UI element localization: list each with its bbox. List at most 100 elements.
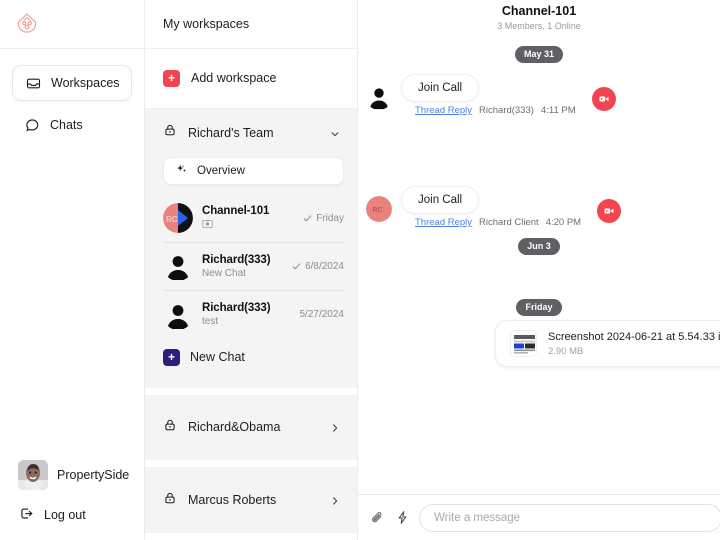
workspace-group-title: Marcus Roberts — [188, 493, 277, 508]
date-chip-label: Jun 3 — [518, 238, 560, 255]
lock-icon — [163, 418, 177, 437]
channel-info: Channel-101 — [202, 205, 294, 232]
list-item[interactable]: Richard(333) test 5/27/2024 — [163, 291, 344, 339]
message-content: Join Call Thread Reply Richard Client 4:… — [401, 186, 581, 228]
logout-button[interactable]: Log out — [0, 500, 145, 530]
channel-preview: test — [202, 316, 219, 328]
lightning-bolt-icon[interactable] — [394, 510, 410, 526]
workspaces-header: My workspaces — [145, 0, 357, 49]
thread-reply-link[interactable]: Thread Reply — [415, 105, 472, 116]
message-meta: Thread Reply Richard(333) 4:11 PM — [401, 105, 576, 116]
divider — [145, 460, 357, 468]
channel-preview: New Chat — [202, 267, 246, 279]
channel-preview — [202, 219, 294, 232]
overview-button[interactable]: Overview — [163, 156, 344, 185]
chevron-right-icon[interactable] — [329, 421, 341, 433]
message-row: Join Call Thread Reply Richard(333) 4:11… — [358, 74, 616, 116]
workspaces-panel: My workspaces + Add workspace Richard's … — [145, 0, 358, 540]
sidebar-item-label-chats: Chats — [50, 118, 83, 132]
workspace-group-marcus-roberts[interactable]: Marcus Roberts — [145, 467, 357, 534]
lock-icon — [163, 123, 177, 142]
message-bubble[interactable]: Join Call — [401, 186, 480, 214]
chevron-right-icon[interactable] — [329, 494, 341, 506]
workspace-group-title: Richard&Obama — [188, 420, 281, 435]
date-chip-label: Friday — [516, 299, 562, 316]
chat-area: Channel-101 3 Members, 1 Online May 31 J… — [358, 0, 720, 540]
read-check-icon — [303, 215, 312, 221]
logout-icon — [19, 506, 34, 524]
svg-text:RC: RC — [373, 207, 383, 214]
rail-nav: Workspaces Chats — [0, 49, 144, 149]
message-time: 4:20 PM — [545, 217, 582, 228]
rc-avatar: RC — [366, 196, 392, 222]
sidebar-item-chats[interactable]: Chats — [12, 108, 132, 142]
sidebar-item-workspaces[interactable]: Workspaces — [12, 65, 132, 101]
channel-name: Channel-101 — [202, 204, 270, 217]
plus-icon: + — [163, 69, 180, 87]
chat-header: Channel-101 3 Members, 1 Online — [358, 0, 720, 38]
date-separator: Friday — [358, 299, 720, 316]
profile-name: PropertySide — [57, 468, 130, 482]
list-item[interactable]: RC Channel-101 Friday — [163, 195, 344, 243]
page-title: My workspaces — [163, 16, 250, 31]
read-check-icon — [292, 263, 301, 269]
overview-label: Overview — [197, 164, 245, 177]
sparkle-icon — [175, 163, 188, 179]
list-item[interactable]: Richard(333) New Chat 6/8/2024 — [163, 243, 344, 291]
chevron-down-icon[interactable] — [329, 127, 341, 139]
left-rail: Workspaces Chats PropertySide Log out — [0, 0, 145, 540]
add-workspace-button[interactable]: + Add workspace — [145, 48, 357, 109]
workspace-group-title: Richard's Team — [188, 125, 274, 140]
plus-glyph: + — [167, 71, 175, 86]
channel-info: Richard(333) test — [202, 302, 291, 327]
message-input[interactable] — [419, 503, 720, 532]
divider — [145, 387, 357, 395]
message-content: Join Call Thread Reply Richard(333) 4:11… — [401, 74, 576, 116]
inbox-icon — [25, 75, 41, 91]
image-attachment-icon — [202, 219, 213, 232]
chat-bubble-icon — [24, 117, 40, 133]
plus-icon: + — [163, 348, 180, 366]
date-separator: Jun 3 — [358, 238, 720, 255]
message-list[interactable]: May 31 Join Call Thread Reply Richard(33… — [358, 38, 720, 494]
channel-meta: 6/8/2024 — [292, 261, 344, 272]
logout-label: Log out — [44, 508, 86, 522]
video-call-icon[interactable] — [591, 87, 616, 111]
paperclip-icon[interactable] — [369, 510, 385, 526]
message-sender: Richard(333) — [479, 105, 534, 116]
channel-meta: 5/27/2024 — [300, 309, 345, 320]
channel-avatar: RC — [163, 203, 193, 234]
sidebar-item-label-workspaces: Workspaces — [51, 76, 120, 90]
channel-name: Richard(333) — [202, 253, 271, 266]
workspace-group-header[interactable]: Richard's Team — [145, 109, 357, 157]
chat-subtitle: 3 Members, 1 Online — [497, 21, 581, 31]
file-info: Screenshot 2024-06-21 at 5.54.33 in the … — [548, 331, 720, 357]
message-bubble[interactable]: Join Call — [401, 74, 480, 102]
thread-reply-link[interactable]: Thread Reply — [415, 217, 472, 228]
new-chat-button[interactable]: + New Chat — [145, 339, 357, 380]
new-chat-label: New Chat — [190, 350, 245, 365]
chat-title: Channel-101 — [501, 4, 577, 18]
person-avatar — [163, 300, 193, 330]
avatar — [18, 460, 48, 490]
video-call-icon[interactable] — [597, 199, 622, 223]
channel-time: 6/8/2024 — [305, 260, 344, 272]
workspace-group-richard-obama[interactable]: Richard&Obama — [145, 394, 357, 461]
file-name: Screenshot 2024-06-21 at 5.54.33 in the … — [548, 330, 720, 343]
date-separator: May 31 — [358, 46, 720, 63]
person-avatar — [366, 84, 392, 110]
divider — [145, 533, 357, 540]
app-logo[interactable] — [14, 11, 40, 37]
file-message-card[interactable]: Screenshot 2024-06-21 at 5.54.33 in the … — [495, 320, 720, 367]
message-row: RC Join Call Thread Reply Richard Client… — [358, 186, 622, 228]
composer — [358, 494, 720, 540]
channel-time: 5/27/2024 — [299, 309, 345, 321]
channel-meta: Friday — [303, 213, 344, 224]
profile-row[interactable]: PropertySide — [0, 452, 145, 500]
app-root: Workspaces Chats PropertySide Log out My… — [0, 0, 720, 540]
rail-bottom: PropertySide Log out — [0, 452, 145, 540]
file-size: 2.90 MB — [548, 345, 584, 357]
message-meta: Thread Reply Richard Client 4:20 PM — [401, 217, 581, 228]
workspace-group-richards-team: Richard's Team Overview RC Channel-101 F… — [145, 108, 357, 388]
channel-info: Richard(333) New Chat — [202, 254, 283, 279]
